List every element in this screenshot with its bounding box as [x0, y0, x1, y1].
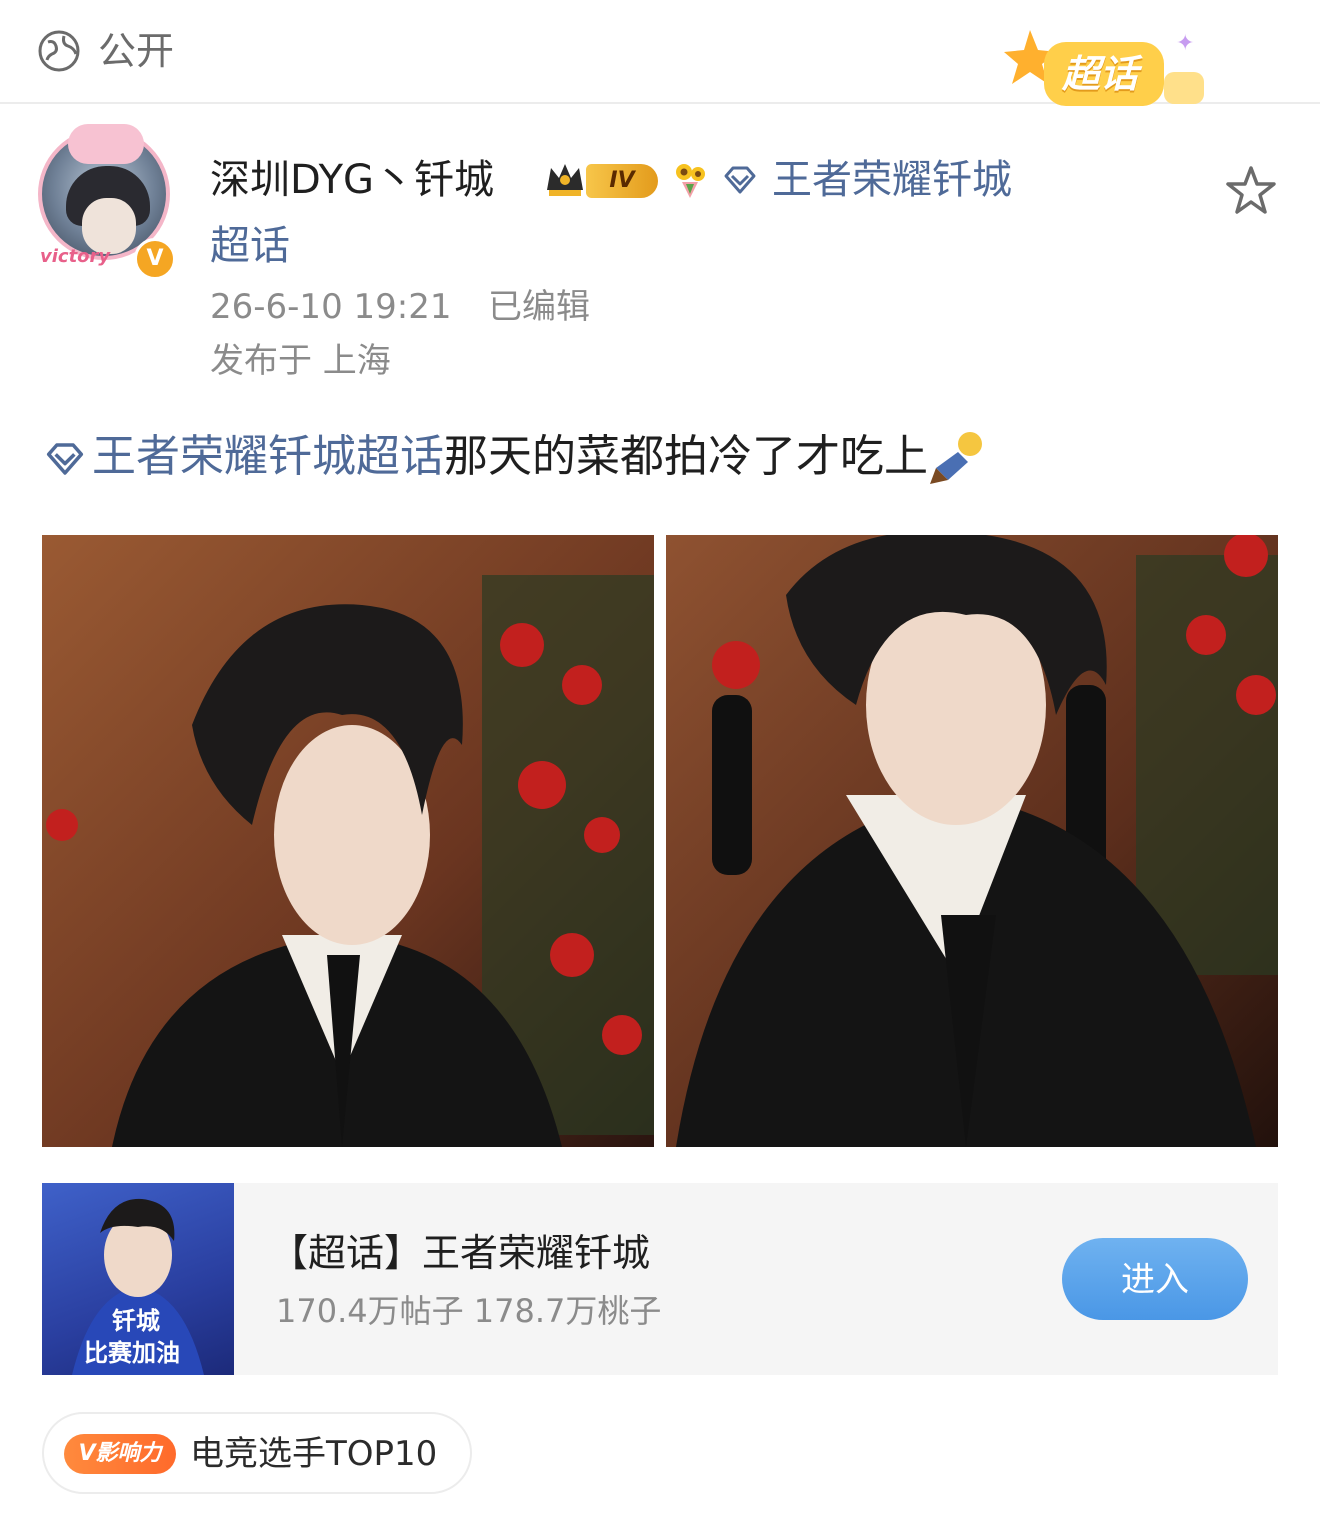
post-photo-1-graphic: [42, 535, 654, 1147]
post-body: 那天的菜都拍冷了才吃上: [444, 431, 928, 482]
avatar[interactable]: victory V: [38, 124, 176, 280]
author-topic-link-suffix[interactable]: 超话: [210, 218, 290, 274]
post-topic-link[interactable]: 王者荣耀钎城超话: [92, 431, 444, 482]
supertopic-card-stats: 170.4万帖子 178.7万桃子: [276, 1292, 662, 1330]
avatar-bow-decoration: [68, 124, 144, 164]
supertopic-badge: ✦ 超话: [1004, 20, 1214, 120]
svg-text:✦: ✦: [1176, 31, 1194, 56]
influence-rank-pill[interactable]: V影响力 电竞选手TOP10: [42, 1412, 472, 1494]
post-photo-2[interactable]: [666, 535, 1278, 1147]
post-text: 王者荣耀钎城超话那天的菜都拍冷了才吃上: [44, 426, 990, 490]
supertopic-thumbnail: 钎城 比赛加油: [42, 1183, 234, 1375]
supertopic-badge-label: 超话: [1062, 52, 1139, 96]
post-location: 发布于 上海: [210, 341, 391, 381]
member-level-tag[interactable]: IV: [586, 164, 658, 198]
visibility-label[interactable]: 公开: [98, 26, 174, 76]
post-photo-2-graphic: [666, 535, 1278, 1147]
thumbnail-caption-1: 钎城: [112, 1307, 160, 1335]
supertopic-diamond-icon: [46, 443, 84, 475]
influence-rank-text: 电竞选手TOP10: [190, 1434, 438, 1474]
sunflower-bouquet-icon: [676, 164, 705, 198]
author-name[interactable]: 深圳DYG丶钎城: [210, 152, 494, 208]
favorite-star-icon[interactable]: [1224, 164, 1278, 218]
edited-label[interactable]: 已编辑: [488, 284, 590, 330]
supertopic-diamond-icon: [724, 166, 756, 194]
doll-emoji-icon: [930, 432, 982, 484]
post-photo-1[interactable]: [42, 535, 654, 1147]
globe-icon: [38, 30, 80, 72]
supertopic-card[interactable]: 钎城 比赛加油 【超话】王者荣耀钎城 170.4万帖子 178.7万桃子 进入: [42, 1183, 1278, 1375]
author-topic-link[interactable]: 王者荣耀钎城: [772, 152, 1012, 208]
supertopic-card-title: 【超话】王者荣耀钎城: [270, 1231, 651, 1275]
enter-button[interactable]: 进入: [1062, 1238, 1248, 1320]
influence-badge: V影响力: [64, 1434, 176, 1474]
crown-icon: [547, 164, 583, 196]
verified-badge-icon: V: [134, 238, 176, 280]
post-timestamp: 26-6-10 19:21: [210, 287, 452, 327]
avatar-frame-text: victory: [40, 246, 111, 267]
thumbnail-caption-2: 比赛加油: [84, 1339, 180, 1367]
